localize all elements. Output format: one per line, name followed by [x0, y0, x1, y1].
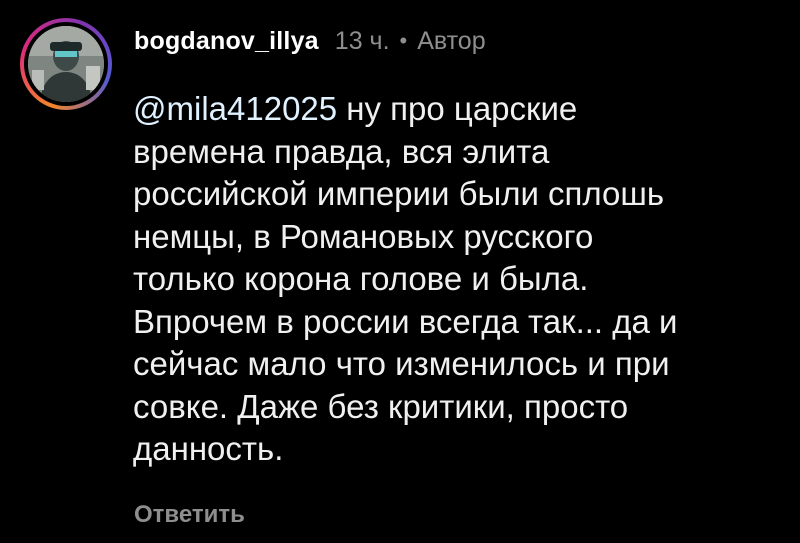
comment-text: @mila412025 ну про царские времена правд…: [133, 88, 783, 471]
avatar[interactable]: [28, 26, 104, 102]
comment-body: ну про царские времена правда, вся элита…: [133, 90, 678, 467]
comment-timestamp: 13 ч.: [334, 26, 390, 55]
avatar-photo-icon: [28, 26, 104, 102]
avatar-ring-gap: [24, 22, 108, 106]
mention-link[interactable]: @mila412025: [133, 90, 337, 127]
comment: bogdanov_illya 13 ч. • Автор @mila412025…: [0, 0, 800, 543]
username-link[interactable]: bogdanov_illya: [134, 27, 319, 56]
avatar-story-ring[interactable]: [20, 18, 112, 110]
comment-header: bogdanov_illya 13 ч. • Автор: [134, 24, 486, 58]
reply-button[interactable]: Ответить: [134, 501, 245, 529]
meta-separator: •: [399, 28, 408, 53]
author-badge: Автор: [417, 26, 486, 55]
